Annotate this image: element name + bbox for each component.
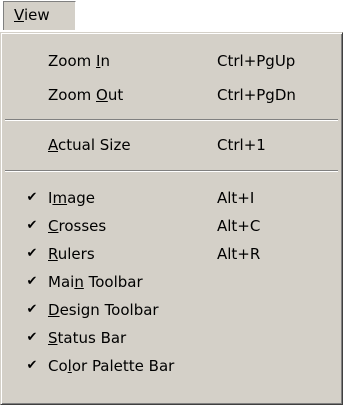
menu-item-main-toolbar[interactable]: ✔ Main Toolbar [5, 267, 338, 297]
menu-item-label: Status Bar [48, 329, 127, 347]
menu-item-label: Zoom In [48, 52, 110, 70]
view-menu-title-rest: iew [23, 6, 50, 24]
checkmark-icon: ✔ [26, 218, 38, 233]
view-menu-title[interactable]: View [3, 1, 76, 30]
menu-bar: View [0, 0, 343, 32]
checkmark-icon: ✔ [26, 330, 38, 345]
checkmark-icon: ✔ [26, 190, 38, 205]
menu-item-shortcut: Ctrl+PgDn [217, 86, 296, 104]
menu-item-design-toolbar[interactable]: ✔ Design Toolbar [5, 295, 338, 325]
menu-item-label: Rulers [48, 245, 95, 263]
menu-item-shortcut: Alt+I [217, 189, 255, 207]
view-dropdown-menu: Zoom In Ctrl+PgUp Zoom Out Ctrl+PgDn Act… [0, 32, 343, 405]
menu-item-label: Crosses [48, 217, 107, 235]
menu-separator [5, 170, 338, 172]
menu-item-label: Main Toolbar [48, 273, 143, 291]
menu-item-shortcut: Ctrl+1 [217, 136, 266, 154]
menu-item-status-bar[interactable]: ✔ Status Bar [5, 323, 338, 353]
menu-item-label: Image [48, 189, 96, 207]
view-menu-accelerator: V [14, 6, 24, 24]
menu-item-label: Design Toolbar [48, 301, 159, 319]
menu-item-label: Color Palette Bar [48, 357, 175, 375]
menu-item-crosses[interactable]: ✔ Crosses Alt+C [5, 211, 338, 241]
menu-item-label: Actual Size [48, 136, 131, 154]
menu-item-actual-size[interactable]: Actual Size Ctrl+1 [5, 130, 338, 160]
menu-item-image[interactable]: ✔ Image Alt+I [5, 183, 338, 213]
menu-separator [5, 119, 338, 121]
checkmark-icon: ✔ [26, 274, 38, 289]
menu-item-zoom-in[interactable]: Zoom In Ctrl+PgUp [5, 46, 338, 76]
checkmark-icon: ✔ [26, 246, 38, 261]
menu-item-label: Zoom Out [48, 86, 124, 104]
menu-item-shortcut: Alt+R [217, 245, 261, 263]
checkmark-icon: ✔ [26, 358, 38, 373]
menu-item-shortcut: Ctrl+PgUp [217, 52, 296, 70]
menu-item-color-palette-bar[interactable]: ✔ Color Palette Bar [5, 351, 338, 381]
menu-item-rulers[interactable]: ✔ Rulers Alt+R [5, 239, 338, 269]
menu-item-zoom-out[interactable]: Zoom Out Ctrl+PgDn [5, 80, 338, 110]
checkmark-icon: ✔ [26, 302, 38, 317]
menu-item-shortcut: Alt+C [217, 217, 261, 235]
